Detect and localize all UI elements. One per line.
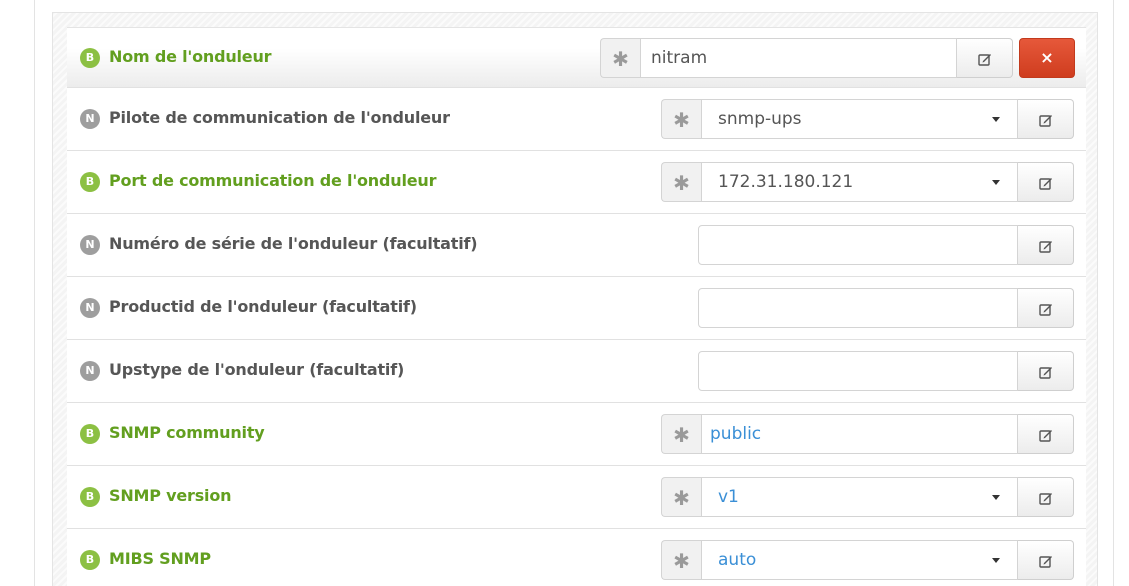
edit-button[interactable] [1018, 351, 1074, 391]
basic-mode-badge: B [80, 172, 100, 192]
delete-button[interactable]: × [1019, 38, 1075, 78]
pilote-select[interactable]: snmp-ups [701, 99, 1018, 139]
edit-button[interactable] [1018, 288, 1074, 328]
selected-value: 172.31.180.121 [718, 172, 854, 192]
edit-button[interactable] [1018, 540, 1074, 580]
normal-mode-badge: N [80, 298, 100, 318]
selected-value: auto [718, 550, 757, 570]
field-label: Productid de l'onduleur (facultatif) [109, 297, 417, 316]
form-row-productid: N Productid de l'onduleur (facultatif) [67, 276, 1086, 339]
caret-down-icon [992, 495, 1000, 500]
numero-serie-control [698, 225, 1074, 265]
form-row-pilote: N Pilote de communication de l'onduleur … [67, 87, 1086, 150]
left-border-line [34, 0, 35, 586]
edit-button[interactable] [1018, 225, 1074, 265]
field-label: Pilote de communication de l'onduleur [109, 108, 450, 127]
asterisk-icon: ✱ [661, 540, 701, 580]
productid-input[interactable] [698, 288, 1018, 328]
edit-icon [1039, 178, 1052, 190]
asterisk-icon: ✱ [661, 99, 701, 139]
field-label: Nom de l'onduleur [109, 47, 272, 66]
field-label: SNMP community [109, 423, 265, 442]
asterisk-icon: ✱ [661, 477, 701, 517]
edit-icon [1039, 430, 1052, 442]
edit-button[interactable] [957, 38, 1013, 78]
field-label: Numéro de série de l'onduleur (facultati… [109, 234, 478, 253]
edit-icon [1039, 493, 1052, 505]
edit-button[interactable] [1018, 414, 1074, 454]
edit-button[interactable] [1018, 99, 1074, 139]
field-label: SNMP version [109, 486, 232, 505]
form-row-port: B Port de communication de l'onduleur ✱ … [67, 150, 1086, 213]
edit-icon [1039, 304, 1052, 316]
snmp-community-control: ✱ public [661, 414, 1074, 454]
numero-serie-input[interactable] [698, 225, 1018, 265]
field-label: MIBS SNMP [109, 549, 211, 568]
asterisk-icon: ✱ [661, 162, 701, 202]
normal-mode-badge: N [80, 361, 100, 381]
selected-value: snmp-ups [718, 109, 802, 129]
edit-icon [1039, 556, 1052, 568]
port-control: ✱ 172.31.180.121 [661, 162, 1074, 202]
form-row-numero-serie: N Numéro de série de l'onduleur (faculta… [67, 213, 1086, 276]
pilote-control: ✱ snmp-ups [661, 99, 1074, 139]
normal-mode-badge: N [80, 235, 100, 255]
normal-mode-badge: N [80, 109, 100, 129]
selected-value: v1 [718, 487, 739, 507]
port-select[interactable]: 172.31.180.121 [701, 162, 1018, 202]
edit-button[interactable] [1018, 162, 1074, 202]
form-row-mibs-snmp: B MIBS SNMP ✱ auto [67, 528, 1086, 586]
asterisk-icon: ✱ [661, 414, 701, 454]
basic-mode-badge: B [80, 550, 100, 570]
field-label: Port de communication de l'onduleur [109, 171, 437, 190]
snmp-version-control: ✱ v1 [661, 477, 1074, 517]
edit-button[interactable] [1018, 477, 1074, 517]
form-row-nom-onduleur: B Nom de l'onduleur ✱ nitram × [67, 27, 1086, 87]
basic-mode-badge: B [80, 487, 100, 507]
caret-down-icon [992, 117, 1000, 122]
nom-onduleur-input[interactable]: nitram [640, 38, 957, 78]
basic-mode-badge: B [80, 424, 100, 444]
mibs-snmp-control: ✱ auto [661, 540, 1074, 580]
snmp-community-input[interactable]: public [701, 414, 1018, 454]
mibs-snmp-select[interactable]: auto [701, 540, 1018, 580]
snmp-version-select[interactable]: v1 [701, 477, 1018, 517]
nom-onduleur-control: ✱ nitram [600, 38, 1018, 78]
form-row-upstype: N Upstype de l'onduleur (facultatif) [67, 339, 1086, 402]
asterisk-icon: ✱ [600, 38, 640, 78]
edit-icon [1039, 115, 1052, 127]
productid-control [698, 288, 1074, 328]
caret-down-icon [992, 180, 1000, 185]
edit-icon [1039, 367, 1052, 379]
form-row-snmp-version: B SNMP version ✱ v1 [67, 465, 1086, 528]
field-label: Upstype de l'onduleur (facultatif) [109, 360, 405, 379]
upstype-input[interactable] [698, 351, 1018, 391]
right-border-line [1113, 0, 1114, 586]
edit-icon [978, 54, 991, 66]
basic-mode-badge: B [80, 48, 100, 68]
upstype-control [698, 351, 1074, 391]
edit-icon [1039, 241, 1052, 253]
caret-down-icon [992, 558, 1000, 563]
form-row-snmp-community: B SNMP community ✱ public [67, 402, 1086, 465]
